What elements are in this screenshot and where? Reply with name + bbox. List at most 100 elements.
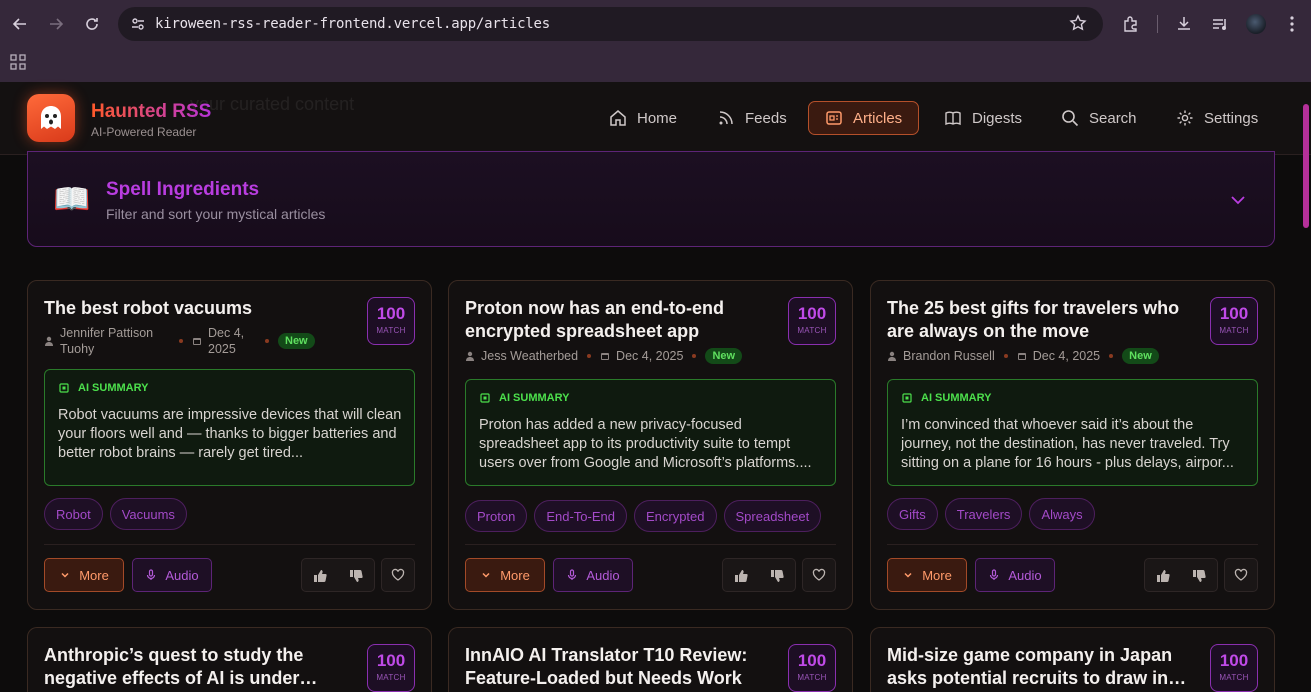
article-title[interactable]: The 25 best gifts for travelers who are … (887, 297, 1187, 343)
nav-feeds[interactable]: Feeds (717, 101, 787, 135)
site-settings-icon[interactable] (128, 14, 148, 34)
ai-summary-text: Proton has added a new privacy-focused s… (479, 417, 812, 471)
nav-label: Home (637, 109, 678, 127)
meta-separator (1003, 354, 1008, 358)
article-meta: Jess Weatherbed Dec 4, 2025 New (465, 348, 743, 364)
nav-settings[interactable]: Settings (1176, 101, 1258, 135)
chevron-down-icon[interactable] (1228, 190, 1248, 210)
article-card[interactable]: The best robot vacuums 100 MATCH Jennife… (27, 280, 432, 610)
back-icon[interactable] (8, 12, 32, 36)
filter-panel-title: Spell Ingredients (106, 179, 260, 200)
tag-chip[interactable]: Proton (465, 500, 528, 532)
ai-summary-label: AI SUMMARY (499, 392, 570, 404)
tag-chip[interactable]: Spreadsheet (723, 500, 822, 532)
vote-group (1144, 558, 1218, 592)
download-icon[interactable] (1172, 12, 1196, 36)
article-author: Brandon Russell (903, 349, 995, 363)
url-text[interactable]: kiroween-rss-reader-frontend.vercel.app/… (155, 16, 550, 32)
heart-icon[interactable] (381, 558, 415, 592)
match-label: MATCH (797, 326, 827, 335)
match-badge: 100 MATCH (1210, 297, 1258, 345)
article-card[interactable]: Mid-size game company in Japan asks pote… (870, 627, 1275, 692)
article-card[interactable]: InnAIO AI Translator T10 Review: Feature… (448, 627, 853, 692)
thumbs-up-icon[interactable] (1145, 559, 1181, 593)
address-bar[interactable]: kiroween-rss-reader-frontend.vercel.app/… (118, 7, 1103, 41)
tag-chip[interactable]: Encrypted (633, 500, 717, 532)
microphone-icon (990, 569, 999, 580)
ghost-logo-icon[interactable] (27, 94, 75, 142)
tag-chip[interactable]: Travelers (944, 498, 1023, 530)
heart-icon[interactable] (1224, 558, 1258, 592)
tag-list: Gifts Travelers Always (887, 498, 1102, 530)
nav-digests[interactable]: Digests (944, 101, 1022, 135)
more-label: More (922, 567, 952, 583)
calendar-icon (1017, 353, 1026, 360)
match-label: MATCH (376, 326, 406, 335)
page-scrollbar[interactable] (1303, 104, 1309, 228)
article-meta: Brandon Russell Dec 4, 2025 New (887, 348, 1159, 364)
nav-label: Digests (972, 109, 1023, 127)
profile-avatar[interactable] (1246, 14, 1266, 34)
article-card[interactable]: The 25 best gifts for travelers who are … (870, 280, 1275, 610)
nav-search[interactable]: Search (1061, 101, 1137, 135)
tag-chip[interactable]: End-To-End (534, 500, 627, 532)
media-queue-icon[interactable] (1208, 12, 1232, 36)
rss-icon (717, 109, 735, 127)
article-title[interactable]: Anthropic’s quest to study the negative … (44, 644, 344, 690)
audio-label: Audio (586, 567, 620, 583)
more-button[interactable]: More (465, 558, 545, 592)
reload-icon[interactable] (80, 12, 104, 36)
cpu-chip-icon (59, 383, 69, 393)
tag-chip[interactable]: Vacuums (109, 498, 187, 530)
match-label: MATCH (1219, 326, 1249, 335)
tag-chip[interactable]: Robot (44, 498, 103, 530)
chevron-down-icon (482, 572, 490, 578)
audio-button[interactable]: Audio (553, 558, 633, 592)
tag-list: Proton End-To-End Encrypted Spreadsheet (465, 500, 828, 532)
more-label: More (79, 567, 109, 583)
book-open-icon (944, 109, 962, 127)
match-badge: 100 MATCH (367, 297, 415, 345)
match-label: MATCH (1219, 673, 1249, 682)
more-button[interactable]: More (44, 558, 124, 592)
audio-button[interactable]: Audio (975, 558, 1055, 592)
search-icon (1061, 109, 1079, 127)
more-menu-icon[interactable] (1280, 12, 1304, 36)
thumbs-up-icon[interactable] (302, 559, 338, 593)
calendar-icon (193, 338, 201, 345)
thumbs-up-icon[interactable] (723, 559, 759, 593)
thumbs-down-icon[interactable] (1181, 559, 1217, 593)
extensions-icon[interactable] (1119, 12, 1143, 36)
nav-home[interactable]: Home (609, 101, 677, 135)
match-label: MATCH (376, 673, 406, 682)
tag-list: Robot Vacuums (44, 498, 194, 530)
article-card[interactable]: Proton now has an end-to-end encrypted s… (448, 280, 853, 610)
match-label: MATCH (797, 673, 827, 682)
article-title[interactable]: Proton now has an end-to-end encrypted s… (465, 297, 765, 343)
thumbs-down-icon[interactable] (759, 559, 795, 593)
thumbs-down-icon[interactable] (338, 559, 374, 593)
chevron-down-icon (904, 572, 912, 578)
tag-chip[interactable]: Always (1029, 498, 1095, 530)
article-author: Jennifer Pattison Tuohy (60, 326, 154, 356)
meta-separator (1109, 354, 1114, 358)
article-title[interactable]: The best robot vacuums (44, 297, 344, 320)
heart-icon[interactable] (802, 558, 836, 592)
tag-chip[interactable]: Gifts (887, 498, 938, 530)
forward-icon[interactable] (44, 12, 68, 36)
more-button[interactable]: More (887, 558, 967, 592)
new-badge: New (278, 333, 315, 349)
bookmark-star-icon[interactable] (1069, 14, 1089, 34)
brand-name[interactable]: Haunted RSS (91, 101, 211, 123)
gear-icon (1176, 109, 1194, 127)
apps-grid-icon[interactable] (10, 54, 26, 70)
article-card[interactable]: Anthropic’s quest to study the negative … (27, 627, 432, 692)
filter-panel[interactable]: 📖 Spell Ingredients Filter and sort your… (27, 151, 1275, 247)
nav-articles[interactable]: Articles (808, 101, 919, 135)
article-title[interactable]: InnAIO AI Translator T10 Review: Feature… (465, 644, 765, 690)
brand-tagline: AI-Powered Reader (91, 125, 197, 139)
ai-summary-header: AI SUMMARY (479, 392, 569, 404)
audio-button[interactable]: Audio (132, 558, 212, 592)
article-title[interactable]: Mid-size game company in Japan asks pote… (887, 644, 1187, 690)
ai-summary-box: AI SUMMARY Proton has added a new privac… (465, 379, 836, 486)
